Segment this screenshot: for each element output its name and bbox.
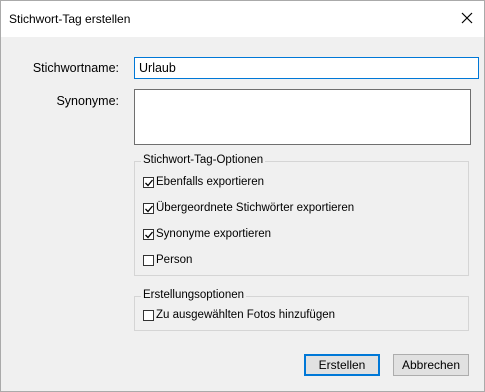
creation-options-title: Erstellungsoptionen [141, 289, 247, 301]
checkbox-add-to-selected[interactable]: Zu ausgewählten Fotos hinzufügen [143, 309, 335, 321]
checkbox-label: Person [156, 254, 193, 266]
keyword-name-label: Stichwortname: [32, 61, 119, 75]
cancel-button[interactable]: Abbrechen [393, 354, 469, 376]
keyword-tag-options-group: Stichwort-Tag-Optionen Ebenfalls exporti… [134, 154, 469, 276]
checkbox-label: Synonyme exportieren [156, 228, 272, 240]
checkbox-export-also[interactable]: Ebenfalls exportieren [143, 176, 264, 188]
close-icon [461, 12, 473, 24]
keyword-name-input[interactable] [134, 57, 479, 79]
close-button[interactable] [456, 7, 478, 29]
checkbox-box[interactable] [143, 309, 154, 321]
checkbox-box[interactable] [143, 228, 154, 240]
checkbox-label: Zu ausgewählten Fotos hinzufügen [156, 309, 336, 321]
create-keyword-dialog: Stichwort-Tag erstellen Stichwortname: S… [0, 0, 485, 392]
checkmark-icon [145, 231, 154, 238]
dialog-title: Stichwort-Tag erstellen [9, 12, 131, 26]
synonyms-input[interactable] [134, 89, 471, 145]
synonyms-label: Synonyme: [56, 94, 119, 108]
checkbox-box[interactable] [143, 254, 154, 266]
checkbox-label: Ebenfalls exportieren [156, 176, 265, 188]
checkbox-label: Übergeordnete Stichwörter exportieren [156, 202, 355, 214]
keyword-tag-options-title: Stichwort-Tag-Optionen [141, 154, 266, 166]
checkmark-icon [145, 179, 154, 186]
checkmark-icon [145, 205, 154, 212]
checkbox-box[interactable] [143, 202, 154, 214]
checkbox-box[interactable] [143, 176, 154, 188]
creation-options-group: Erstellungsoptionen Zu ausgewählten Foto… [134, 289, 469, 331]
checkbox-export-synonyms[interactable]: Synonyme exportieren [143, 228, 271, 240]
title-bar: Stichwort-Tag erstellen [1, 1, 484, 37]
create-button[interactable]: Erstellen [304, 354, 380, 376]
checkbox-person[interactable]: Person [143, 254, 192, 266]
checkbox-export-parents[interactable]: Übergeordnete Stichwörter exportieren [143, 202, 354, 214]
